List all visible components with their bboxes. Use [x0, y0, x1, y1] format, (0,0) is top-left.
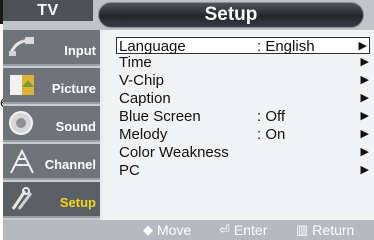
category-setup-label: Setup: [59, 195, 96, 210]
chevron-right-icon: ▶: [360, 74, 369, 86]
category-setup[interactable]: Setup: [3, 182, 100, 218]
return-icon: ▥: [296, 222, 309, 237]
tv-tab: TV: [3, 0, 93, 21]
row-name: Time: [119, 54, 152, 71]
menu-title: Setup: [98, 2, 364, 28]
category-sidebar: Input Picture Sound Channel Setup: [3, 30, 100, 220]
menu-row-color-weakness[interactable]: Color Weakness ▶: [117, 144, 371, 161]
setup-options-panel: Language : English ▶ Time ▶ V-Chip ▶ Cap…: [103, 30, 374, 220]
row-value: : Off: [257, 108, 286, 125]
row-name: Language: [119, 38, 186, 55]
osd-header: TV Setup: [3, 0, 374, 30]
category-input-label: Input: [64, 43, 96, 58]
category-picture[interactable]: Picture: [3, 68, 100, 104]
chevron-right-icon: ▶: [360, 128, 369, 140]
chevron-right-icon: ▶: [360, 92, 369, 104]
setup-tools-icon: [11, 187, 33, 210]
menu-row-caption[interactable]: Caption ▶: [117, 90, 371, 107]
menu-row-time[interactable]: Time ▶: [117, 54, 371, 71]
chevron-right-icon: ▶: [360, 56, 369, 68]
hint-return: ▥ Return: [296, 222, 354, 238]
channel-antenna-icon: [10, 148, 34, 174]
help-bar: ◆ Move ⏎ Enter ▥ Return: [3, 220, 374, 240]
hint-return-label: Return: [312, 222, 355, 238]
hint-move: ◆ Move: [143, 222, 191, 238]
menu-row-pc[interactable]: PC ▶: [117, 162, 371, 179]
row-name: Melody: [119, 126, 168, 143]
category-input[interactable]: Input: [3, 30, 100, 66]
move-diamond-icon: ◆: [143, 222, 153, 237]
row-value: : On: [257, 126, 286, 143]
chevron-right-icon: ▶: [358, 40, 367, 52]
row-name: PC: [119, 162, 140, 179]
enter-icon: ⏎: [219, 222, 230, 237]
category-sound[interactable]: Sound: [3, 106, 100, 142]
hint-move-label: Move: [157, 222, 192, 238]
menu-row-v-chip[interactable]: V-Chip ▶: [117, 72, 371, 89]
category-sound-label: Sound: [55, 119, 96, 134]
row-name: Blue Screen: [119, 108, 201, 125]
chevron-right-icon: ▶: [360, 110, 369, 122]
picture-icon: [10, 75, 34, 95]
menu-row-language[interactable]: Language : English ▶: [116, 37, 370, 55]
row-name: Color Weakness: [119, 144, 229, 161]
category-channel-label: Channel: [44, 157, 96, 172]
row-name: V-Chip: [119, 72, 165, 89]
input-plug-icon: [9, 37, 34, 56]
tv-osd-menu: TV Setup Input Picture Sound Channel Set…: [3, 0, 374, 240]
chevron-right-icon: ▶: [360, 164, 369, 176]
category-picture-label: Picture: [51, 81, 96, 96]
chevron-right-icon: ▶: [360, 146, 369, 158]
menu-row-blue-screen[interactable]: Blue Screen : Off ▶: [117, 108, 371, 125]
menu-row-melody[interactable]: Melody : On ▶: [117, 126, 371, 143]
row-value: : English: [257, 38, 315, 55]
sound-speaker-icon: [9, 111, 33, 135]
row-name: Caption: [119, 90, 171, 107]
hint-enter: ⏎ Enter: [219, 222, 267, 238]
category-channel[interactable]: Channel: [3, 144, 100, 180]
hint-enter-label: Enter: [233, 222, 268, 238]
